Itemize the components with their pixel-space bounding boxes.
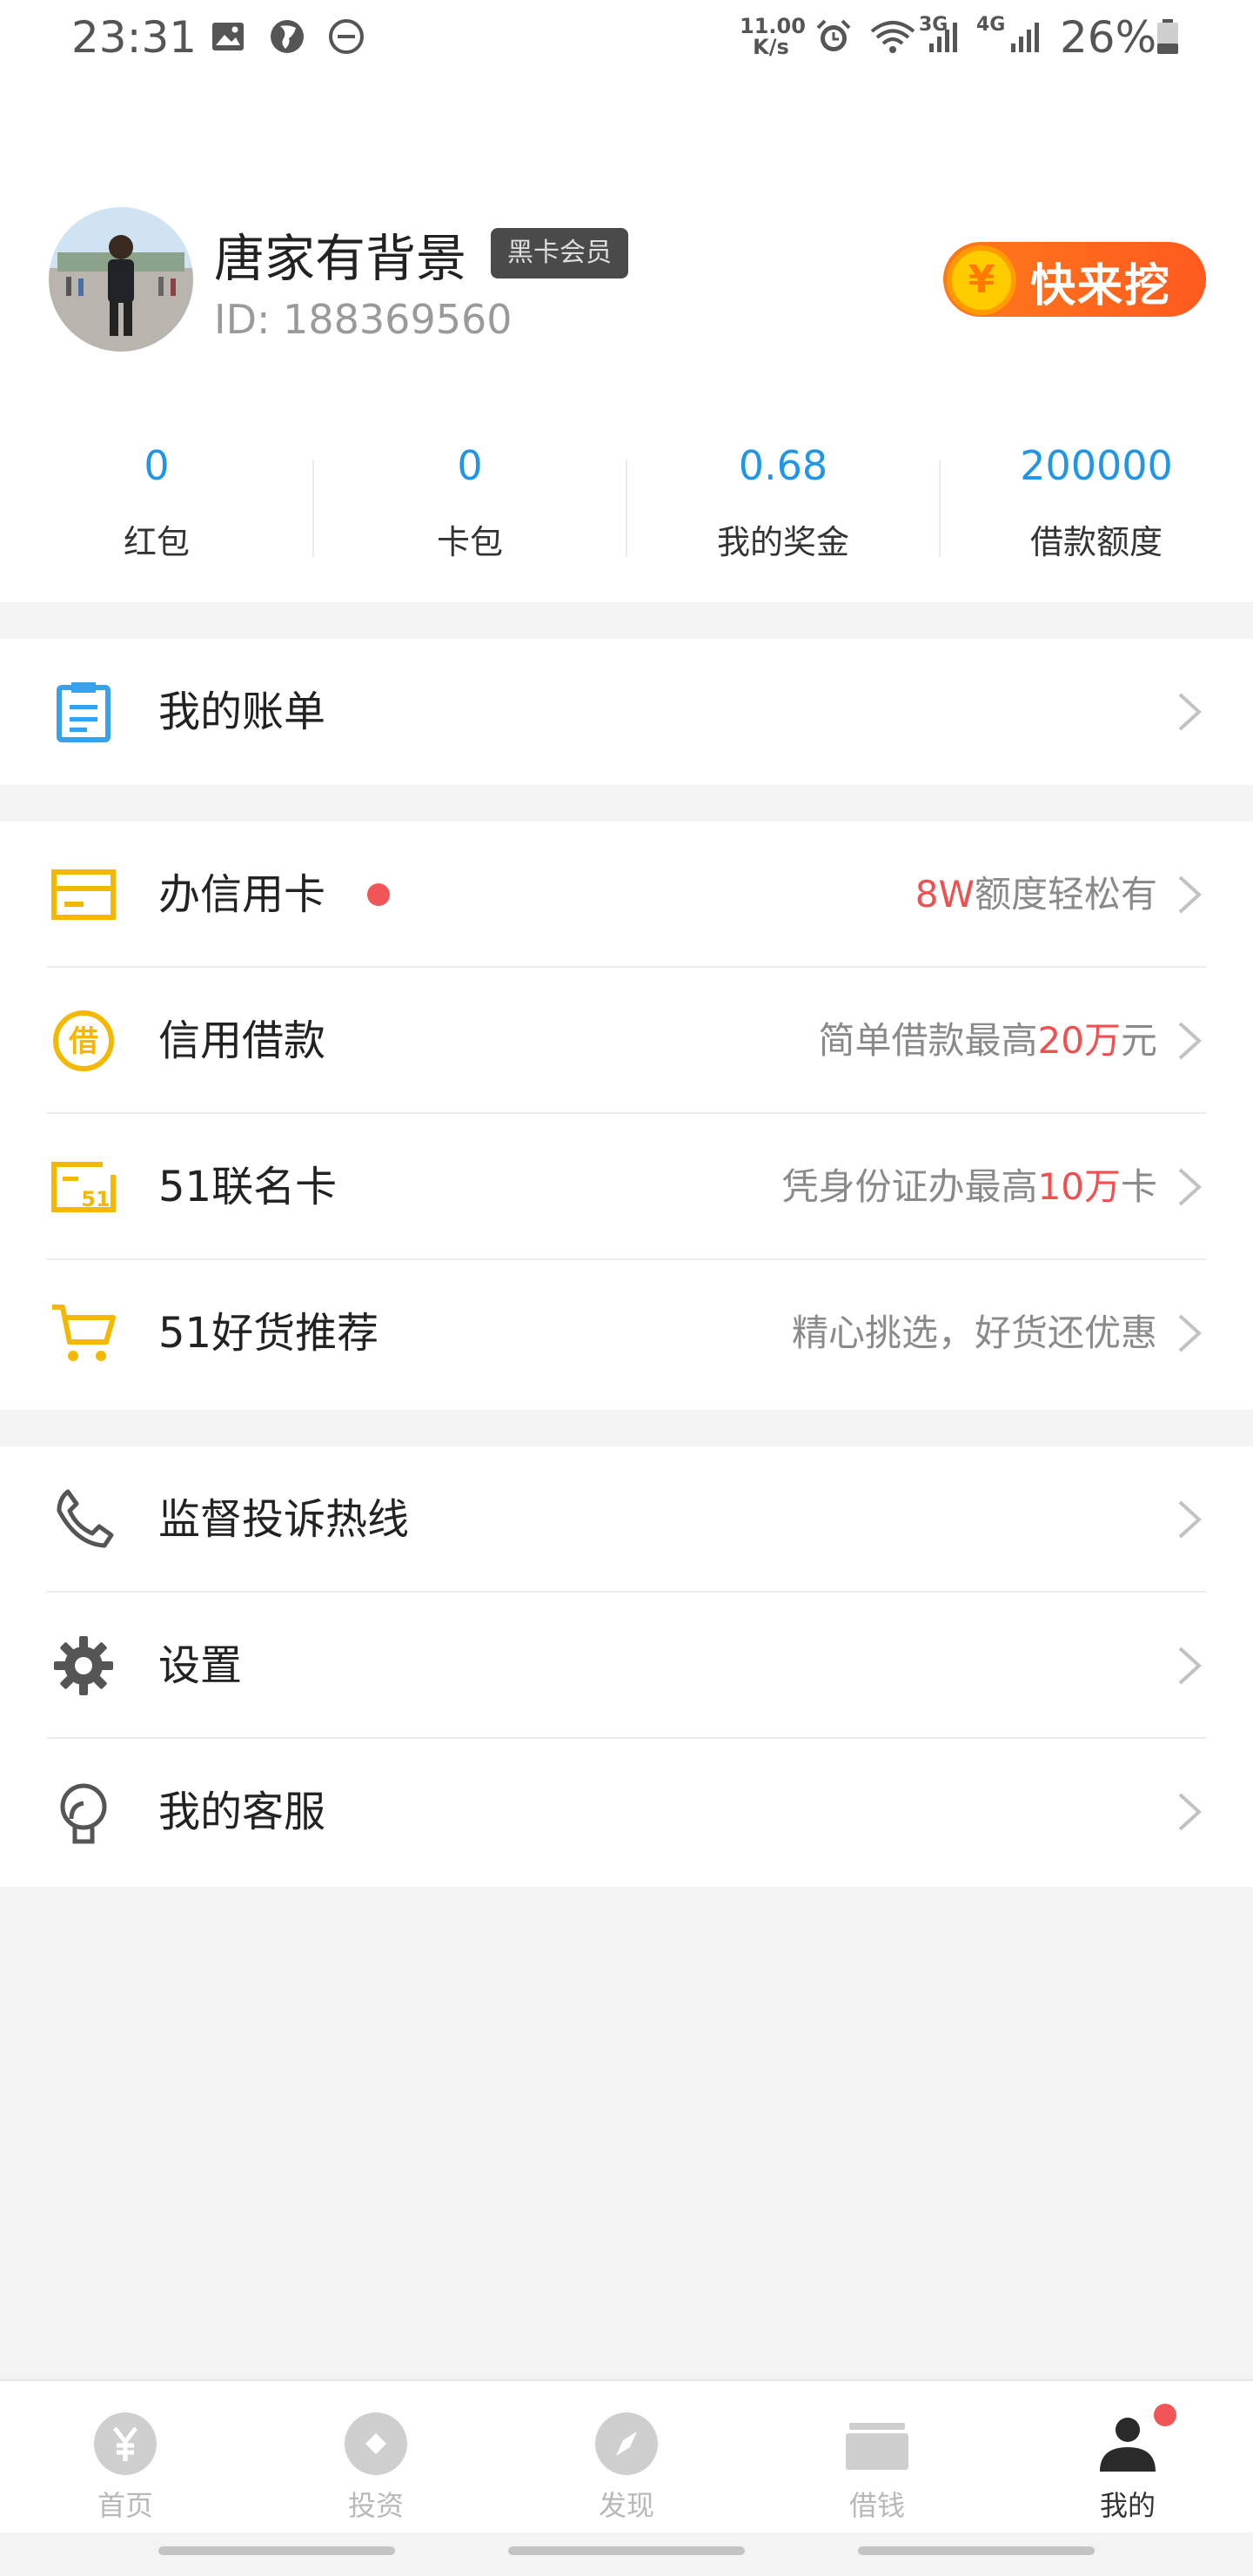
menu-hint: 8W额度轻松有 <box>915 873 1157 916</box>
nav-home[interactable]: 首页 <box>0 2411 251 2524</box>
stat-value: 200000 <box>1020 442 1173 489</box>
menu-label: 监督投诉热线 <box>158 1495 410 1544</box>
svg-text:借: 借 <box>68 1024 98 1059</box>
menu-label: 51好货推荐 <box>158 1309 379 1358</box>
cobrand-card-icon: 51 <box>51 1162 116 1212</box>
signal-icon <box>929 23 957 52</box>
menu-label: 我的账单 <box>158 688 326 736</box>
stat-red-packet[interactable]: 0 红包 <box>0 435 313 563</box>
promo-label: 快来挖 <box>1030 260 1172 312</box>
gear-icon <box>54 1636 113 1695</box>
menu-row-cobrand-card[interactable]: 51 51联名卡 凭身份证办最高10万卡 <box>0 1114 1253 1260</box>
product-section: 办信用卡 8W额度轻松有 借 信用借款 简单借款最高20万元 51 51联名卡 … <box>0 822 1253 1410</box>
menu-label: 51联名卡 <box>158 1163 338 1211</box>
svg-text:51: 51 <box>81 1187 110 1211</box>
stat-label: 红包 <box>123 523 190 561</box>
menu-label: 办信用卡 <box>158 870 326 919</box>
nav-invest[interactable]: 投资 <box>251 2411 501 2524</box>
gesture-bar-center[interactable] <box>508 2546 745 2555</box>
menu-hint: 精心挑选，好货还优惠 <box>791 1311 1157 1354</box>
stat-loan-limit[interactable]: 200000 借款额度 <box>940 435 1253 563</box>
nav-label: 借钱 <box>848 2489 905 2522</box>
chevron-right-icon <box>1178 1314 1202 1352</box>
stat-label: 我的奖金 <box>716 523 849 561</box>
stat-value: 0.68 <box>738 442 828 489</box>
nav-label: 我的 <box>1099 2489 1156 2522</box>
globe-icon <box>271 20 304 53</box>
shopping-cart-icon <box>52 1305 116 1361</box>
wifi-icon <box>870 21 915 53</box>
menu-label: 我的客服 <box>158 1788 326 1836</box>
stat-label: 卡包 <box>436 523 503 561</box>
status-bar: 23:31 11.00 K/s 3G 4G 26% <box>0 0 1253 84</box>
stat-label: 借款额度 <box>1029 523 1163 561</box>
bottom-nav: 首页 投资 发现 借钱 我的 <box>0 2379 1253 2532</box>
yen-icon <box>94 2412 157 2475</box>
nav-label: 首页 <box>97 2489 153 2522</box>
gesture-bar-left[interactable] <box>158 2546 395 2555</box>
menu-hint: 凭身份证办最高10万卡 <box>781 1165 1157 1208</box>
image-icon <box>212 23 244 50</box>
network-4g-label: 4G <box>976 14 1006 36</box>
menu-hint: 简单借款最高20万元 <box>818 1019 1157 1062</box>
notification-dot <box>1154 2404 1176 2426</box>
chevron-right-icon <box>1178 1500 1202 1539</box>
stat-value: 0 <box>144 442 170 489</box>
avatar[interactable] <box>49 207 193 352</box>
wallet-icon <box>846 2423 908 2470</box>
chevron-right-icon <box>1178 1022 1202 1060</box>
diamond-icon <box>345 2412 407 2475</box>
stat-my-bonus[interactable]: 0.68 我的奖金 <box>626 435 940 563</box>
notification-dot <box>367 883 390 906</box>
vip-badge: 黑卡会员 <box>491 228 628 278</box>
menu-row-complaint-hotline[interactable]: 监督投诉热线 <box>0 1446 1253 1593</box>
bill-section: 我的账单 <box>0 639 1253 785</box>
menu-row-credit-card[interactable]: 办信用卡 8W额度轻松有 <box>0 822 1253 968</box>
support-section: 监督投诉热线 设置 我的客服 <box>0 1446 1253 1887</box>
nav-mine[interactable]: 我的 <box>1002 2411 1253 2524</box>
status-time: 23:31 <box>71 12 198 63</box>
chevron-right-icon <box>1178 1793 1202 1831</box>
nav-label: 投资 <box>347 2489 404 2522</box>
nav-label: 发现 <box>598 2489 654 2522</box>
network-speed: 11.00 K/s <box>740 14 806 59</box>
menu-label: 信用借款 <box>158 1016 326 1065</box>
nav-borrow[interactable]: 借钱 <box>752 2411 1002 2524</box>
chevron-right-icon <box>1178 693 1202 731</box>
dnd-icon <box>329 19 364 54</box>
coin-icon: ¥ <box>947 245 1016 315</box>
phone-icon <box>57 1489 114 1548</box>
alarm-icon <box>816 19 851 51</box>
username: 唐家有背景 <box>214 229 467 288</box>
menu-row-customer-service[interactable]: 我的客服 <box>0 1739 1253 1885</box>
battery-icon <box>1157 19 1178 54</box>
menu-row-bill[interactable]: 我的账单 <box>0 639 1253 785</box>
menu-label: 设置 <box>158 1641 243 1690</box>
battery-percent: 26% <box>1060 12 1157 63</box>
chevron-right-icon <box>1178 1168 1202 1206</box>
chevron-right-icon <box>1178 1647 1202 1685</box>
person-icon <box>1100 2418 1156 2472</box>
menu-row-settings[interactable]: 设置 <box>0 1593 1253 1739</box>
stat-card-bag[interactable]: 0 卡包 <box>313 435 626 563</box>
avatar-photo <box>49 207 193 352</box>
signal-icon-2 <box>1011 23 1039 52</box>
chevron-right-icon <box>1178 875 1202 914</box>
stat-value: 0 <box>457 442 483 489</box>
compass-icon <box>595 2412 658 2475</box>
nav-discover[interactable]: 发现 <box>501 2411 752 2524</box>
user-id: ID: 188369560 <box>214 296 513 343</box>
credit-card-icon <box>51 869 116 920</box>
menu-row-goods[interactable]: 51好货推荐 精心挑选，好货还优惠 <box>0 1260 1253 1406</box>
loan-icon: 借 <box>53 1010 114 1071</box>
headset-icon <box>60 1783 107 1844</box>
menu-row-credit-loan[interactable]: 借 信用借款 简单借款最高20万元 <box>0 968 1253 1114</box>
clipboard-icon <box>57 682 111 742</box>
gesture-bar-right[interactable] <box>858 2546 1095 2555</box>
